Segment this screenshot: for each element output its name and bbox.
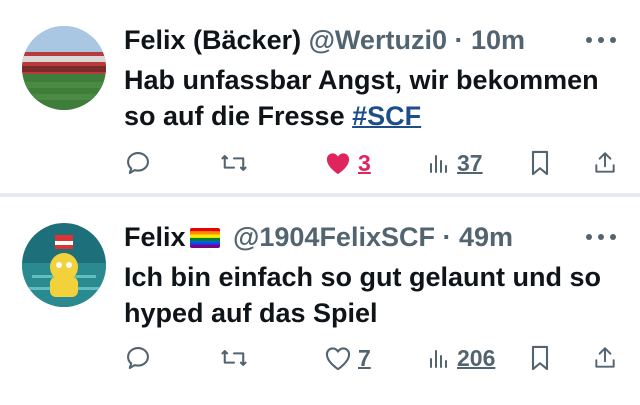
share-icon (595, 152, 615, 173)
bookmark-icon (531, 345, 549, 371)
like-count[interactable]: 7 (358, 345, 371, 372)
retweet-icon (221, 155, 247, 171)
avatar[interactable] (22, 223, 106, 307)
tweet-header: Felix @1904FelixSCF · 49m (124, 220, 513, 254)
bookmark-button[interactable] (528, 340, 552, 376)
retweet-button[interactable] (219, 340, 249, 376)
more-options-icon[interactable] (584, 30, 618, 50)
like-button[interactable]: 3 (324, 145, 371, 181)
tweet-text-content: Ich bin einfach so gut gelaunt und so hy… (124, 262, 602, 328)
bookmark-button[interactable] (528, 145, 552, 181)
views-icon (430, 350, 447, 368)
timestamp[interactable]: 49m (459, 222, 513, 252)
author-handle[interactable]: @1904FelixSCF (233, 222, 435, 252)
separator-dot: · (442, 222, 452, 252)
reply-button[interactable] (124, 145, 152, 181)
reply-button[interactable] (124, 340, 152, 376)
cartoon-avatar-image (22, 223, 106, 307)
view-count[interactable]: 37 (457, 150, 483, 177)
share-icon (595, 347, 615, 368)
retweet-icon (221, 350, 247, 366)
author-name[interactable]: Felix (Bäcker) (124, 25, 301, 55)
rainbow-flag-icon (189, 228, 220, 248)
tweet-text: Hab unfassbar Angst, wir bekommen so auf… (124, 62, 624, 134)
like-count[interactable]: 3 (358, 150, 371, 177)
tweet[interactable]: Felix @1904FelixSCF · 49m Ich bin einfac… (0, 197, 640, 405)
more-options-icon[interactable] (584, 227, 618, 247)
tweet[interactable]: Felix (Bäcker) @Wertuzi0 · 10m Hab unfas… (0, 0, 640, 193)
author-handle[interactable]: @Wertuzi0 (309, 25, 447, 55)
bookmark-icon (531, 150, 549, 176)
like-button[interactable]: 7 (324, 340, 371, 376)
author-name[interactable]: Felix (124, 222, 186, 252)
share-button[interactable] (592, 145, 618, 181)
retweet-button[interactable] (219, 145, 249, 181)
views-button[interactable]: 206 (427, 340, 495, 376)
hashtag-link[interactable]: #SCF (352, 101, 421, 131)
stadium-avatar-image (22, 26, 106, 110)
views-button[interactable]: 37 (427, 145, 483, 181)
heart-filled-icon (326, 153, 350, 175)
tweet-actions: 7 206 (124, 340, 624, 376)
tweet-header: Felix (Bäcker) @Wertuzi0 · 10m (124, 23, 525, 57)
tweet-actions: 3 37 (124, 145, 624, 181)
heart-outline-icon (325, 347, 351, 371)
tweet-text: Ich bin einfach so gut gelaunt und so hy… (124, 259, 624, 331)
reply-icon (127, 347, 149, 369)
reply-icon (127, 152, 149, 174)
timestamp[interactable]: 10m (471, 25, 525, 55)
views-icon (430, 155, 447, 173)
separator-dot: · (454, 25, 464, 55)
share-button[interactable] (592, 340, 618, 376)
view-count[interactable]: 206 (457, 345, 495, 372)
avatar[interactable] (22, 26, 106, 110)
